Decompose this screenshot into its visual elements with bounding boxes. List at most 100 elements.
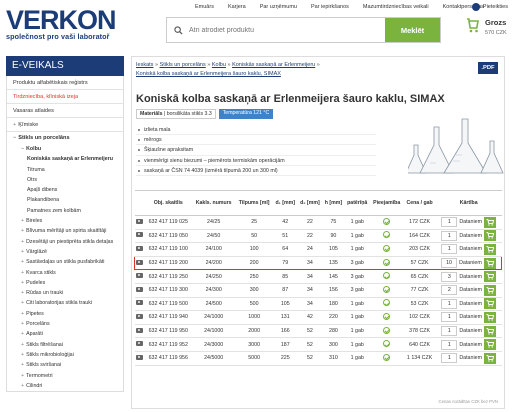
- photo-cell[interactable]: [134, 324, 145, 339]
- tree-category[interactable]: + Termometri: [11, 371, 123, 381]
- camera-icon[interactable]: [136, 273, 143, 279]
- cart[interactable]: Grozs 570 CZK: [467, 18, 507, 36]
- add-to-cart-button[interactable]: [483, 271, 496, 283]
- top-nav-link[interactable]: Par iepirkšanos: [311, 4, 349, 10]
- tree-item[interactable]: Otrs: [11, 175, 123, 185]
- column-header: patērīņā: [344, 190, 370, 216]
- product-image[interactable]: [408, 105, 504, 177]
- camera-icon[interactable]: [136, 341, 143, 347]
- top-nav-link[interactable]: Par uzņēmumu: [260, 4, 297, 10]
- column-header: Pieejamība: [369, 190, 404, 216]
- add-to-cart-button[interactable]: [483, 325, 496, 337]
- tree-category[interactable]: + Vārglāzē: [11, 247, 123, 257]
- add-to-cart-button[interactable]: [483, 257, 496, 269]
- add-to-cart-button[interactable]: [483, 311, 496, 323]
- quantity-input[interactable]: 1: [441, 339, 458, 350]
- tree-category[interactable]: + Aparāti: [11, 329, 123, 339]
- tree-item[interactable]: Plakandibena: [11, 195, 123, 205]
- tree-category-label: Pudeles: [26, 279, 46, 286]
- camera-icon[interactable]: [136, 300, 143, 306]
- breadcrumb-link[interactable]: Ieskats: [136, 62, 153, 68]
- photo-cell[interactable]: [134, 297, 145, 312]
- sidebar-item-summer-sale[interactable]: Vasaras atlaides: [7, 104, 123, 118]
- tree-item[interactable]: Pamatnes zem kolbām: [11, 206, 123, 216]
- add-to-cart-button[interactable]: [483, 243, 496, 255]
- tree-item[interactable]: Apaļš dibens: [11, 185, 123, 195]
- tree-category[interactable]: + Dzesētāji un piestiprēta stikla detaļas: [11, 237, 123, 247]
- tree-category[interactable]: + Stikls mikrobioloģijai: [11, 350, 123, 360]
- tree-category[interactable]: + Citi laboratorijas stikla trauki: [11, 298, 123, 308]
- photo-cell[interactable]: [134, 229, 145, 244]
- top-nav-link[interactable]: Karjera: [228, 4, 246, 10]
- tree-category[interactable]: + Stikls sviršanai: [11, 360, 123, 370]
- tree-category[interactable]: + Stikls filtrēšanai: [11, 340, 123, 350]
- tree-category[interactable]: + Rūdas un trauki: [11, 288, 123, 298]
- expand-icon: +: [21, 300, 25, 307]
- expand-icon: +: [21, 321, 25, 328]
- logo[interactable]: VERKON společnost pro vaši laboratoř: [6, 7, 117, 42]
- sidebar-item-clearance[interactable]: Tirdzniecība, klīniskā izeja: [7, 90, 123, 104]
- photo-cell[interactable]: [134, 283, 145, 298]
- sidebar-item-register[interactable]: Produktu alfabētiskais reģistrs: [7, 76, 123, 90]
- add-to-cart-button[interactable]: [483, 339, 496, 351]
- cell-vol: 1000: [235, 310, 273, 325]
- tree-category[interactable]: + Porcelāns: [11, 319, 123, 329]
- camera-icon[interactable]: [136, 286, 143, 292]
- add-to-cart-button[interactable]: [483, 284, 496, 296]
- quantity-input[interactable]: 2: [441, 285, 458, 296]
- photo-cell[interactable]: [134, 255, 145, 271]
- quantity-input[interactable]: 1: [441, 298, 458, 309]
- photo-cell[interactable]: [134, 351, 145, 366]
- quantity-input[interactable]: 1: [441, 217, 458, 228]
- quantity-input[interactable]: 1: [441, 353, 458, 364]
- top-nav-link[interactable]: Emuārs: [195, 4, 214, 10]
- camera-icon[interactable]: [136, 245, 143, 251]
- cell-d2: 34: [297, 255, 323, 271]
- search-button[interactable]: Meklēt: [385, 18, 440, 42]
- add-to-cart-button[interactable]: [483, 216, 496, 228]
- add-to-cart-button[interactable]: [483, 352, 496, 364]
- quantity-input[interactable]: 1: [441, 244, 458, 255]
- unit-label: Dataniem: [459, 328, 482, 335]
- sidebar-item-chemistry[interactable]: + Ķīmiske: [7, 118, 123, 132]
- camera-icon[interactable]: [136, 232, 143, 238]
- tree-item[interactable]: Titruma: [11, 165, 123, 175]
- tree-category[interactable]: + Sastāvdaļas un stikla pusfabrikāti: [11, 257, 123, 267]
- photo-cell[interactable]: [134, 242, 145, 257]
- add-to-cart-button[interactable]: [483, 298, 496, 310]
- quantity-input[interactable]: 3: [441, 271, 458, 282]
- camera-icon[interactable]: [136, 327, 143, 333]
- tree-root[interactable]: − Stikls un porcelāns: [11, 132, 123, 144]
- top-nav-link[interactable]: Mazumtirdzniecības veikali: [363, 4, 429, 10]
- breadcrumb-link[interactable]: Stikls un porcelāns: [160, 62, 206, 68]
- search-input[interactable]: [189, 18, 385, 42]
- quantity-input[interactable]: 1: [441, 326, 458, 337]
- tree-category[interactable]: + Pipetes: [11, 309, 123, 319]
- photo-cell[interactable]: [134, 269, 145, 284]
- tree-active[interactable]: Koniskās saskaņā ar Erlenmeijeru: [11, 154, 123, 164]
- breadcrumb-link[interactable]: Kolbu: [212, 62, 226, 68]
- camera-icon[interactable]: [136, 259, 144, 265]
- photo-cell[interactable]: [134, 337, 145, 352]
- login-link[interactable]: Pieteikties: [471, 3, 508, 11]
- add-to-cart-button[interactable]: [483, 230, 496, 242]
- pdf-button[interactable]: .PDF: [478, 62, 498, 74]
- quantity-input[interactable]: 10: [441, 258, 458, 269]
- quantity-input[interactable]: 1: [441, 312, 458, 323]
- camera-icon[interactable]: [136, 354, 143, 360]
- camera-icon[interactable]: [136, 218, 143, 224]
- tree-category[interactable]: + Pudeles: [11, 278, 123, 288]
- tree-parent[interactable]: − Kolbu: [11, 144, 123, 154]
- breadcrumb-current[interactable]: Koniskā kolba saskaņā ar Erlenmeijera ša…: [136, 71, 281, 77]
- tree-category[interactable]: + Blīvuma mērītāji un spirta skaitītāji: [11, 226, 123, 236]
- quantity-input[interactable]: 1: [441, 230, 458, 241]
- tree-category[interactable]: + Kvarca stikls: [11, 268, 123, 278]
- photo-cell[interactable]: [134, 215, 145, 230]
- camera-icon[interactable]: [136, 313, 143, 319]
- photo-cell[interactable]: [134, 310, 145, 325]
- breadcrumb-link[interactable]: Koniskās saskaņā ar Erlenmeijeru: [232, 62, 315, 68]
- tree-category[interactable]: + Bireles: [11, 216, 123, 226]
- tree-category[interactable]: + Cilindri: [11, 381, 123, 391]
- cell-code: 632 417 119 250: [144, 269, 192, 284]
- cart-icon: [486, 354, 494, 362]
